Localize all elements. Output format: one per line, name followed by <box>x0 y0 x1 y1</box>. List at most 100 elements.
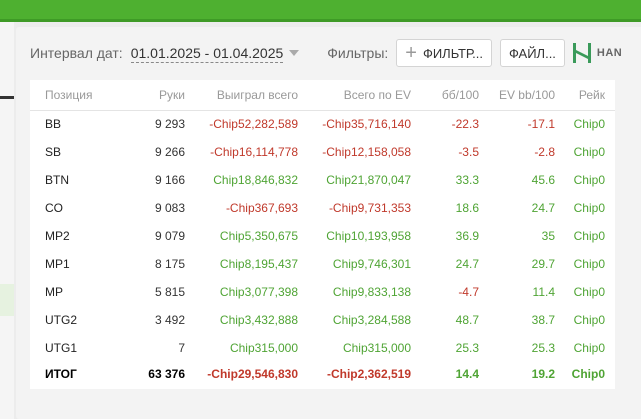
column-header-hands[interactable]: Руки <box>125 80 195 111</box>
cell-rake: Chip0 <box>573 145 605 159</box>
cell-won-total: Chip315,000 <box>229 341 298 355</box>
cell-position: CO <box>45 201 63 215</box>
cell-position: SB <box>45 145 62 159</box>
cell-position: MP <box>45 285 63 299</box>
column-header-bb100[interactable]: бб/100 <box>421 80 489 111</box>
plus-icon: + <box>405 42 417 64</box>
table-row[interactable]: MP1 8 175 Chip8,195,437 Chip9,746,301 24.7 29… <box>30 250 615 278</box>
sidebar-divider <box>0 96 14 99</box>
brand-text: HAN <box>596 47 623 59</box>
column-header-position[interactable]: Позиция <box>30 80 125 111</box>
cell-bb100: 25.3 <box>455 341 479 355</box>
column-header-rake[interactable]: Рейк <box>565 80 615 111</box>
cell-won-total: -Chip16,114,778 <box>210 145 298 159</box>
cell-rake: Chip0 <box>573 341 605 355</box>
date-range-picker[interactable]: 01.01.2025 - 01.04.2025 <box>130 44 284 63</box>
cell-ev-total: -Chip2,362,519 <box>326 367 411 381</box>
cell-ev-total: Chip9,833,138 <box>332 285 411 299</box>
positions-table: Позиция Руки Выиграл всего Всего по EV б… <box>30 80 615 389</box>
cell-ev-total: Chip10,193,958 <box>326 229 411 243</box>
cell-rake: Chip0 <box>573 229 605 243</box>
brand-logo-icon <box>572 43 591 63</box>
cell-hands: 9 079 <box>154 229 185 243</box>
cell-bb100: 33.3 <box>455 173 479 187</box>
cell-ev-total: Chip21,870,047 <box>326 173 411 187</box>
file-button-label: ФАЙЛ... <box>508 45 556 61</box>
cell-position: MP1 <box>45 257 70 271</box>
cell-rake: Chip0 <box>573 201 605 215</box>
cell-hands: 9 293 <box>154 117 185 132</box>
cell-position: UTG1 <box>45 341 78 355</box>
cell-position: MP2 <box>45 229 70 243</box>
cell-won-total: -Chip52,282,589 <box>209 117 298 132</box>
cell-won-total: Chip3,432,888 <box>219 313 298 327</box>
cell-ev-bb100: 38.7 <box>531 313 555 327</box>
cell-ev-total: -Chip35,716,140 <box>322 117 411 132</box>
table-row[interactable]: BB 9 293 -Chip52,282,589 -Chip35,716,140 -22… <box>30 110 615 138</box>
cell-rake: Chip0 <box>573 313 605 327</box>
cell-hands: 9 166 <box>154 173 185 187</box>
cell-ev-bb100: 25.3 <box>531 341 555 355</box>
cell-bb100: -4.7 <box>458 285 479 299</box>
cell-won-total: Chip18,846,832 <box>213 173 298 187</box>
filters-label: Фильтры: <box>327 45 389 61</box>
cell-hands: 7 <box>178 341 185 355</box>
brand-logo: HAN <box>572 42 622 64</box>
cell-ev-bb100: 24.7 <box>531 201 555 215</box>
cell-position: BTN <box>45 173 69 187</box>
cell-ev-total: Chip3,284,588 <box>332 313 411 327</box>
cell-ev-bb100: 35 <box>541 229 555 243</box>
cell-bb100: 36.9 <box>455 229 479 243</box>
cell-bb100: 48.7 <box>455 313 479 327</box>
add-filter-label: ФИЛЬТР... <box>422 45 483 61</box>
table-row[interactable]: MP 5 815 Chip3,077,398 Chip9,833,138 -4.7 11.… <box>30 278 615 306</box>
cell-rake: Chip0 <box>571 367 605 381</box>
cell-rake: Chip0 <box>573 285 605 299</box>
sidebar-strip <box>0 22 14 419</box>
table-total-row[interactable]: ИТОГ 63 376 -Chip29,546,830 -Chip2,362,519 1… <box>30 362 615 386</box>
table-header-row: Позиция Руки Выиграл всего Всего по EV б… <box>30 80 615 111</box>
table-row[interactable]: CO 9 083 -Chip367,693 -Chip9,731,353 18.6 24.… <box>30 194 615 222</box>
cell-ev-total: -Chip12,158,058 <box>322 145 411 159</box>
table-row[interactable]: SB 9 266 -Chip16,114,778 -Chip12,158,058 -3.… <box>30 138 615 166</box>
cell-rake: Chip0 <box>573 257 605 271</box>
table-row[interactable]: UTG1 7 Chip315,000 Chip315,000 25.3 25.3 Chip0 <box>30 334 615 362</box>
table-row[interactable]: MP2 9 079 Chip5,350,675 Chip10,193,958 36.9 3… <box>30 222 615 250</box>
column-header-won-total[interactable]: Выиграл всего <box>195 80 308 111</box>
cell-position: BB <box>45 117 62 132</box>
cell-ev-bb100: -2.8 <box>534 145 555 159</box>
filter-toolbar: Интервал дат: 01.01.2025 - 01.04.2025 Фи… <box>30 39 622 67</box>
cell-bb100: -22.3 <box>451 117 479 132</box>
cell-hands: 3 492 <box>154 313 185 327</box>
cell-rake: Chip0 <box>573 173 605 187</box>
cell-ev-bb100: 19.2 <box>531 367 555 381</box>
cell-bb100: 24.7 <box>455 257 479 271</box>
cell-won-total: Chip5,350,675 <box>219 229 298 243</box>
cell-ev-bb100: -17.1 <box>527 117 555 132</box>
cell-won-total: Chip3,077,398 <box>219 285 298 299</box>
cell-ev-bb100: 45.6 <box>531 173 555 187</box>
cell-won-total: Chip8,195,437 <box>219 257 298 271</box>
date-interval-label: Интервал дат: <box>30 45 123 61</box>
table-row[interactable]: BTN 9 166 Chip18,846,832 Chip21,870,047 33.3… <box>30 166 615 194</box>
app-header-bar <box>0 0 641 22</box>
stats-panel: Интервал дат: 01.01.2025 - 01.04.2025 Фи… <box>16 27 641 419</box>
file-button[interactable]: ФАЙЛ... <box>499 39 565 67</box>
table-row[interactable]: UTG2 3 492 Chip3,432,888 Chip3,284,588 48.7 3… <box>30 306 615 334</box>
cell-bb100: -3.5 <box>458 145 479 159</box>
cell-position: ИТОГ <box>45 367 77 381</box>
add-filter-button[interactable]: + ФИЛЬТР... <box>396 39 492 67</box>
chevron-down-icon[interactable] <box>289 50 300 56</box>
cell-rake: Chip0 <box>573 117 605 132</box>
cell-bb100: 18.6 <box>455 201 479 215</box>
column-header-ev-bb100[interactable]: EV bb/100 <box>489 80 565 111</box>
cell-bb100: 14.4 <box>455 367 479 381</box>
cell-ev-total: Chip315,000 <box>342 341 411 355</box>
cell-ev-total: Chip9,746,301 <box>332 257 411 271</box>
cell-position: UTG2 <box>45 313 78 327</box>
cell-hands: 9 266 <box>154 145 185 159</box>
cell-hands: 8 175 <box>154 257 185 271</box>
cell-ev-total: -Chip9,731,353 <box>328 201 411 215</box>
column-header-ev-total[interactable]: Всего по EV <box>308 80 421 111</box>
cell-hands: 5 815 <box>154 285 185 299</box>
